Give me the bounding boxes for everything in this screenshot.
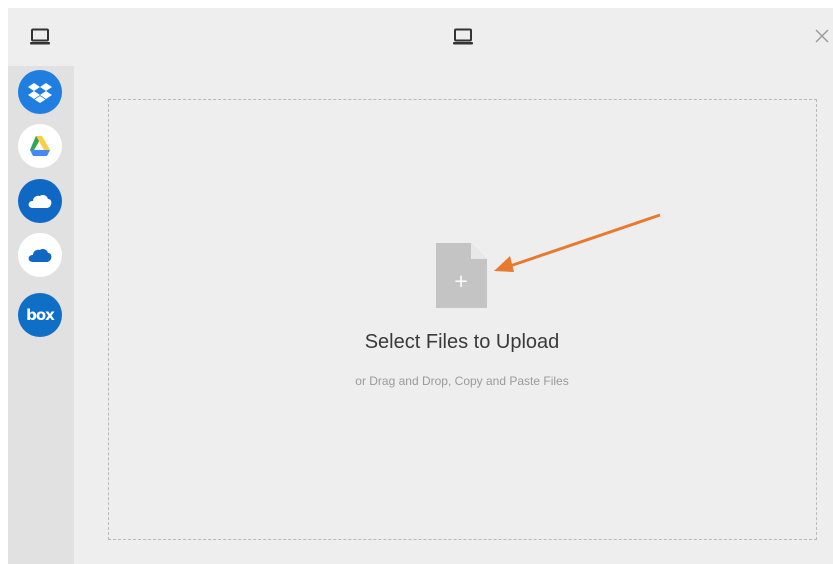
dropbox-source-button[interactable] bbox=[18, 70, 62, 114]
plus-sign: + bbox=[453, 271, 468, 292]
dropbox-icon bbox=[28, 83, 52, 103]
upload-subtitle: or Drag and Drop, Copy and Paste Files bbox=[355, 374, 569, 388]
onedrive-icon bbox=[28, 195, 52, 208]
my-device-source-button[interactable] bbox=[28, 26, 52, 48]
onedrive-business-source-button[interactable] bbox=[18, 233, 62, 277]
annotation-arrow bbox=[494, 213, 661, 272]
upload-title: Select Files to Upload bbox=[364, 331, 560, 353]
google-drive-icon bbox=[30, 136, 50, 156]
close-icon bbox=[815, 29, 829, 43]
box-icon: box bbox=[26, 306, 55, 324]
header-device-icon bbox=[451, 26, 475, 48]
onedrive-business-icon bbox=[28, 249, 52, 262]
onedrive-source-button[interactable] bbox=[18, 179, 62, 223]
close-button[interactable] bbox=[811, 24, 833, 48]
box-source-button[interactable]: box bbox=[18, 293, 62, 337]
add-file-icon: + bbox=[436, 243, 487, 308]
google-drive-source-button[interactable] bbox=[18, 124, 62, 168]
laptop-icon bbox=[30, 28, 50, 45]
upload-dropzone[interactable] bbox=[108, 99, 817, 540]
add-file-button[interactable]: + bbox=[436, 243, 487, 308]
laptop-icon bbox=[453, 28, 473, 45]
